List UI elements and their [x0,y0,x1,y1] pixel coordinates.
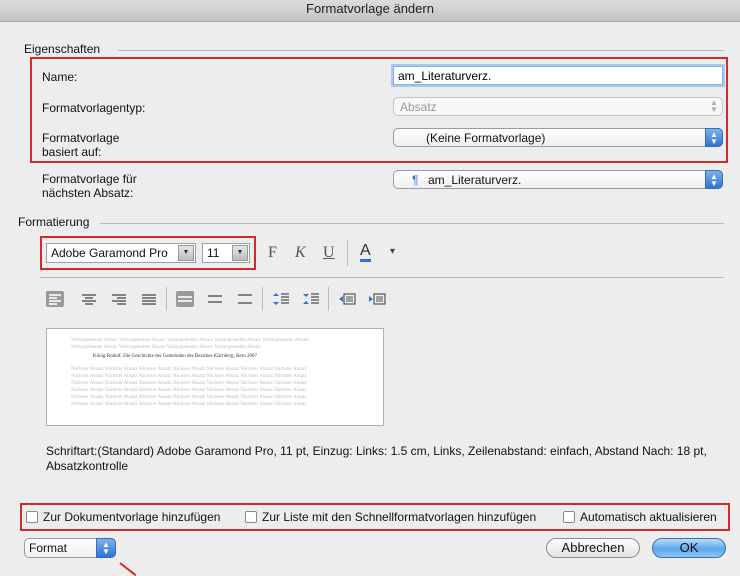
line-spacing-double-icon [238,294,252,304]
align-right-button[interactable] [110,291,128,307]
decrease-indent-icon [339,293,356,305]
line-spacing-onehalf-button[interactable] [206,291,224,307]
ok-button[interactable]: OK [652,538,726,558]
naechster-absatz-label-line2: nächsten Absatz: [42,186,134,200]
preview-next-paragraph-line: Nächster Absatz Nächster Absatz Nächster… [71,374,307,379]
add-template-label[interactable]: Zur Dokumentvorlage hinzufügen [43,510,220,524]
bold-button[interactable]: F [268,244,277,262]
formatvorlagentyp-value: Absatz [400,100,437,114]
preview-next-paragraph-line: Nächster Absatz Nächster Absatz Nächster… [71,395,307,400]
space-after-icon [303,293,319,304]
updown-arrows-icon: ▲ ▼ [705,128,723,147]
align-center-button[interactable] [80,291,98,307]
preview-next-paragraph-line: Nächster Absatz Nächster Absatz Nächster… [71,367,307,372]
name-input[interactable]: am_Literaturverz. [393,66,723,85]
eigenschaften-divider [118,50,724,51]
name-input-value: am_Literaturverz. [398,69,492,83]
updown-arrows-icon: ▲ ▼ [710,98,718,114]
space-before-button[interactable] [272,291,290,307]
underline-button[interactable]: U [323,244,335,262]
toolbar-separator [262,287,263,311]
naechster-absatz-label-line1: Formatvorlage für [42,172,137,186]
naechster-absatz-select[interactable]: ¶ am_Literaturverz. ▲ ▼ [393,170,723,189]
basiert-auf-label: Formatvorlage basiert auf: [42,131,119,159]
align-justify-button[interactable] [140,291,158,307]
increase-indent-icon [369,293,386,305]
decrease-indent-button[interactable] [338,291,356,307]
font-color-button[interactable]: A [360,243,371,262]
formatierung-section-label: Formatierung [18,215,90,229]
italic-button[interactable]: K [295,244,306,262]
basiert-auf-label-line2: basiert auf: [42,145,102,159]
toolbar-separator [328,287,329,311]
preview-next-paragraph-line: Nächster Absatz Nächster Absatz Nächster… [71,402,307,407]
naechster-absatz-value: am_Literaturverz. [428,173,522,187]
auto-update-checkbox[interactable] [563,511,575,523]
increase-indent-button[interactable] [368,291,386,307]
window-title: Formatvorlage ändern [306,1,434,16]
formatvorlagentyp-select: Absatz ▲ ▼ [393,97,723,116]
add-template-checkbox[interactable] [26,511,38,523]
toolbar-separator [166,287,167,311]
font-size-combo[interactable]: 11 ▼ [202,243,250,263]
preview-previous-paragraph-line: Vorhergehender Absatz Vorhergehender Abs… [71,338,309,343]
updown-arrows-icon: ▲ ▼ [96,538,116,558]
basiert-auf-label-line1: Formatvorlage [42,131,120,145]
formatierung-divider [100,223,724,224]
align-right-icon [112,294,126,305]
align-justify-icon [142,294,156,305]
format-menu-label: Format [29,541,68,555]
preview-sample-text: König Rudolf, Die Geschichte der Gemeind… [93,354,258,359]
paragraph-icon: ¶ [412,173,419,187]
dropdown-arrow-icon[interactable]: ▼ [178,245,194,261]
style-preview: Vorhergehender Absatz Vorhergehender Abs… [46,328,384,426]
align-center-icon [82,294,96,305]
eigenschaften-section-label: Eigenschaften [24,42,101,56]
format-menu-button[interactable]: Format ▲ ▼ [24,538,116,558]
font-color-dropdown-icon[interactable]: ▾ [390,246,395,257]
preview-previous-paragraph-line: Vorhergehender Absatz Vorhergehender Abs… [71,345,261,350]
preview-next-paragraph-line: Nächster Absatz Nächster Absatz Nächster… [71,381,307,386]
font-size-value: 11 [207,246,220,260]
auto-update-label[interactable]: Automatisch aktualisieren [580,510,717,524]
basiert-auf-value: (Keine Formatvorlage) [426,131,546,145]
add-quick-list-checkbox[interactable] [245,511,257,523]
preview-next-paragraph-line: Nächster Absatz Nächster Absatz Nächster… [71,388,307,393]
cancel-button[interactable]: Abbrechen [546,538,640,558]
line-spacing-single-button[interactable] [176,291,194,307]
formatvorlagentyp-label: Formatvorlagentyp: [42,101,146,115]
naechster-absatz-label: Formatvorlage für nächsten Absatz: [42,172,137,200]
basiert-auf-select[interactable]: (Keine Formatvorlage) ▲ ▼ [393,128,723,147]
toolbar-divider [40,277,724,278]
space-before-icon [273,293,289,305]
name-label: Name: [42,70,78,84]
align-left-icon [49,294,61,305]
updown-arrows-icon: ▲ ▼ [705,170,723,189]
dropdown-arrow-icon[interactable]: ▼ [232,245,248,261]
space-after-button[interactable] [302,291,320,307]
align-left-button[interactable] [46,291,64,307]
line-spacing-single-icon [178,296,192,302]
toolbar-separator [347,240,348,266]
line-spacing-onehalf-icon [208,295,222,303]
annotation-arrow [119,562,137,576]
font-name-combo[interactable]: Adobe Garamond Pro ▼ [46,243,196,263]
line-spacing-double-button[interactable] [236,291,254,307]
add-quick-list-label[interactable]: Zur Liste mit den Schnellformatvorlagen … [262,510,536,524]
font-name-value: Adobe Garamond Pro [51,246,168,260]
window-titlebar: Formatvorlage ändern [0,0,740,22]
style-description: Schriftart:(Standard) Adobe Garamond Pro… [46,444,707,473]
